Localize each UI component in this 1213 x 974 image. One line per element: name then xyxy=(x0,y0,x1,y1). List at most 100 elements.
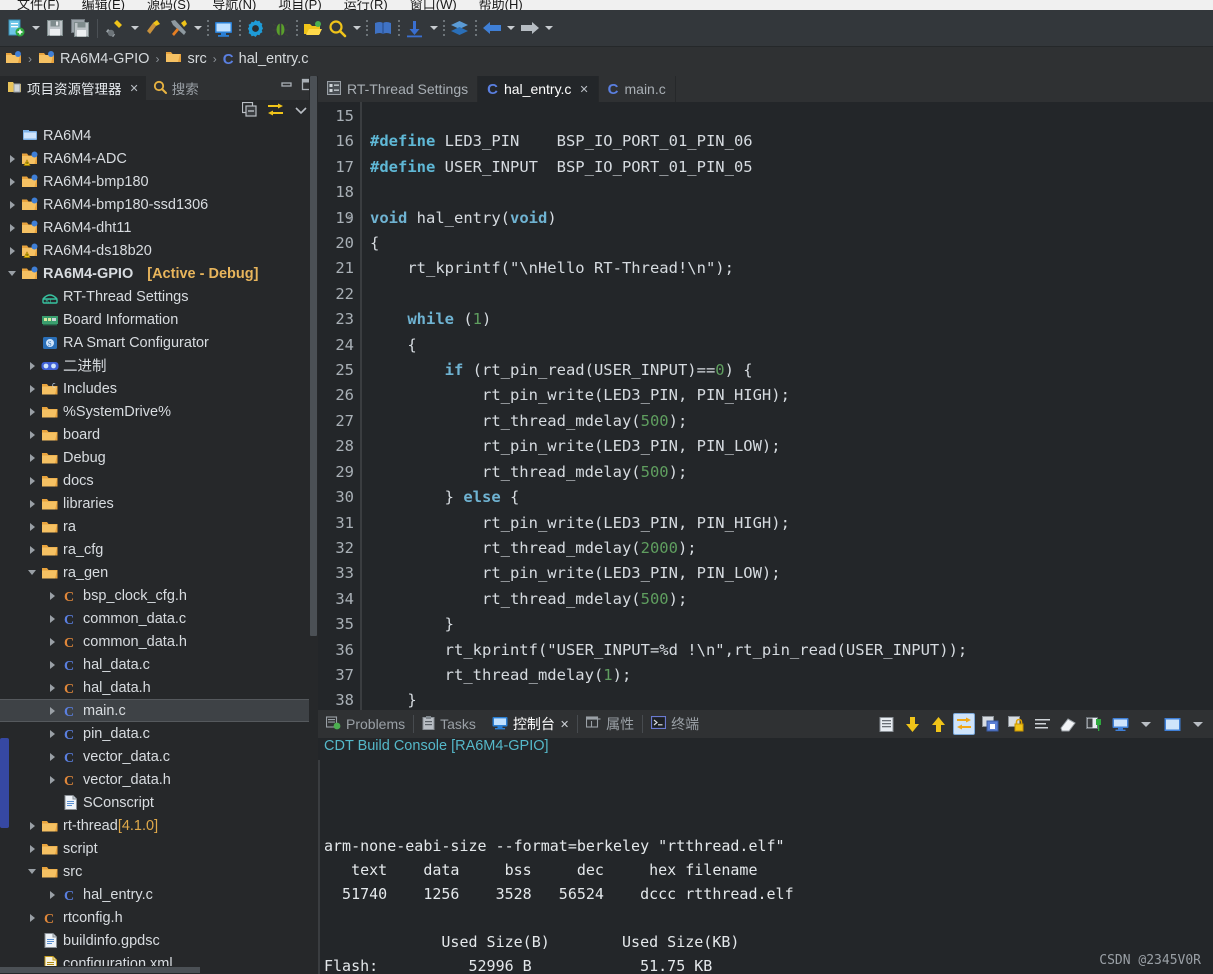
minimize-icon[interactable] xyxy=(280,78,293,96)
eraser-icon[interactable] xyxy=(1057,713,1079,735)
code-line[interactable] xyxy=(370,180,1213,205)
tree-item-src[interactable]: src xyxy=(0,860,318,883)
code-line[interactable]: void hal_entry(void) xyxy=(370,206,1213,231)
save-all-button[interactable] xyxy=(67,16,92,41)
forward-button[interactable] xyxy=(517,16,542,41)
layers-button[interactable] xyxy=(447,16,472,41)
toolbar-handle[interactable] xyxy=(395,18,402,38)
tree-item-board-information[interactable]: Board Information xyxy=(0,308,318,331)
tree-item-common-data-c[interactable]: Ccommon_data.c xyxy=(0,607,318,630)
expand-arrow-closed-icon[interactable] xyxy=(24,431,40,439)
arrow-up-icon[interactable] xyxy=(927,713,949,735)
menu-item-file[interactable]: 文件(F) xyxy=(6,0,71,10)
expand-arrow-closed-icon[interactable] xyxy=(24,408,40,416)
toolbar-handle[interactable] xyxy=(293,18,300,38)
tree-item-ra6m4-adc[interactable]: RA6M4-ADC xyxy=(0,147,318,170)
tab-main-c[interactable]: C main.c xyxy=(599,76,676,102)
expand-arrow-closed-icon[interactable] xyxy=(24,845,40,853)
expand-arrow-closed-icon[interactable] xyxy=(24,477,40,485)
tree-item-sconscript[interactable]: SConscript xyxy=(0,791,318,814)
code-line[interactable]: rt_pin_write(LED3_PIN, PIN_HIGH); xyxy=(370,383,1213,408)
code-line[interactable]: #define USER_INPUT BSP_IO_PORT_01_PIN_05 xyxy=(370,155,1213,180)
tree-item-rtconfig-h[interactable]: Crtconfig.h xyxy=(0,906,318,929)
toolbar-handle[interactable] xyxy=(440,18,447,38)
code-area[interactable]: 1516171819⊖20212223242526272829303132333… xyxy=(318,102,1213,710)
chevron-down-icon[interactable] xyxy=(1135,713,1157,735)
build-tools-button[interactable] xyxy=(166,16,191,41)
expand-arrow-closed-icon[interactable] xyxy=(44,615,60,623)
back-button[interactable] xyxy=(479,16,504,41)
breadcrumb-root-icon[interactable] xyxy=(5,50,22,69)
tree-item-script[interactable]: script xyxy=(0,837,318,860)
expand-arrow-closed-icon[interactable] xyxy=(4,247,20,255)
menu-item-project[interactable]: 项目(P) xyxy=(267,0,332,10)
save-button[interactable] xyxy=(42,16,67,41)
expand-arrow-closed-icon[interactable] xyxy=(4,155,20,163)
code-line[interactable]: rt_kprintf("\nHello RT-Thread!\n"); xyxy=(370,256,1213,281)
expand-arrow-closed-icon[interactable] xyxy=(24,385,40,393)
tree-item-ra6m4-dht11[interactable]: RA6M4-dht11 xyxy=(0,216,318,239)
auto-scroll-icon[interactable] xyxy=(953,713,975,735)
code-line[interactable]: while (1) xyxy=(370,307,1213,332)
settings-button[interactable] xyxy=(243,16,268,41)
expand-arrow-closed-icon[interactable] xyxy=(44,707,60,715)
code-line[interactable]: } xyxy=(370,612,1213,637)
new-console-icon[interactable] xyxy=(1161,713,1183,735)
expand-arrow-closed-icon[interactable] xyxy=(44,891,60,899)
debug-button[interactable] xyxy=(268,16,293,41)
hscrollbar-thumb[interactable] xyxy=(0,967,200,973)
tree-item-ra6m4-bmp180-ssd1306[interactable]: RA6M4-bmp180-ssd1306 xyxy=(0,193,318,216)
close-icon[interactable]: ✕ xyxy=(130,82,139,95)
lock-icon[interactable] xyxy=(1005,713,1027,735)
console-button[interactable] xyxy=(211,16,236,41)
link-editor-icon[interactable] xyxy=(267,102,284,122)
expand-arrow-closed-icon[interactable] xyxy=(44,661,60,669)
code-line[interactable]: { xyxy=(370,231,1213,256)
expand-arrow-closed-icon[interactable] xyxy=(4,224,20,232)
project-tree[interactable]: RA6M4RA6M4-ADCRA6M4-bmp180RA6M4-bmp180-s… xyxy=(0,124,318,974)
code-line[interactable]: rt_thread_mdelay(500); xyxy=(370,460,1213,485)
tree-item-board[interactable]: board xyxy=(0,423,318,446)
clean-button[interactable] xyxy=(141,16,166,41)
tree-item-hal-entry-c[interactable]: Chal_entry.c xyxy=(0,883,318,906)
toolbar-handle[interactable] xyxy=(236,18,243,38)
tree-item-ra6m4-ds18b20[interactable]: RA6M4-ds18b20 xyxy=(0,239,318,262)
code-fold-icon[interactable]: ⊖ xyxy=(346,206,355,231)
code-line[interactable]: rt_pin_write(LED3_PIN, PIN_HIGH); xyxy=(370,511,1213,536)
tree-item-ra-gen[interactable]: ra_gen xyxy=(0,561,318,584)
menu-bar[interactable]: 文件(F) 编辑(E) 源码(S) 导航(N) 项目(P) 运行(R) 窗口(W… xyxy=(0,0,1213,10)
code-line[interactable] xyxy=(370,282,1213,307)
code-line[interactable]: rt_kprintf("USER_INPUT=%d !\n",rt_pin_re… xyxy=(370,638,1213,663)
code-line[interactable]: } else { xyxy=(370,485,1213,510)
build-tools-dropdown[interactable] xyxy=(191,16,204,41)
tree-item-common-data-h[interactable]: Ccommon_data.h xyxy=(0,630,318,653)
tree-item-main-c[interactable]: Cmain.c xyxy=(0,699,318,722)
expand-arrow-closed-icon[interactable] xyxy=(44,730,60,738)
run-button[interactable] xyxy=(300,16,325,41)
tree-item-includes[interactable]: CIncludes xyxy=(0,377,318,400)
view-menu-chevron-down-icon[interactable] xyxy=(1187,713,1209,735)
pin-icon[interactable] xyxy=(1083,713,1105,735)
project-tree-scrollbar[interactable] xyxy=(309,76,318,926)
tree-item-rt-thread[interactable]: rt-thread [4.1.0] xyxy=(0,814,318,837)
expand-arrow-closed-icon[interactable] xyxy=(4,178,20,186)
menu-item-window[interactable]: 窗口(W) xyxy=(399,0,468,10)
expand-arrow-closed-icon[interactable] xyxy=(24,500,40,508)
project-tree-hscrollbar[interactable] xyxy=(0,966,318,974)
tab-hal-entry-c[interactable]: C hal_entry.c ✕ xyxy=(478,76,599,102)
search-dropdown[interactable] xyxy=(350,16,363,41)
console-output[interactable]: arm-none-eabi-size --format=berkeley "rt… xyxy=(318,760,1213,974)
download-dropdown[interactable] xyxy=(427,16,440,41)
code-line[interactable]: rt_thread_mdelay(500); xyxy=(370,587,1213,612)
tree-drag-handle[interactable] xyxy=(0,738,9,828)
forward-dropdown[interactable] xyxy=(542,16,555,41)
tab-tasks[interactable]: Tasks xyxy=(414,710,484,738)
tree-item-hal-data-c[interactable]: Chal_data.c xyxy=(0,653,318,676)
menu-item-help[interactable]: 帮助(H) xyxy=(468,0,534,10)
code-line[interactable]: rt_pin_write(LED3_PIN, PIN_LOW); xyxy=(370,561,1213,586)
tab-console[interactable]: 控制台 ✕ xyxy=(484,710,577,738)
tree-item-libraries[interactable]: libraries xyxy=(0,492,318,515)
chevron-down-icon[interactable] xyxy=(294,103,308,121)
code-line[interactable]: rt_pin_write(LED3_PIN, PIN_LOW); xyxy=(370,434,1213,459)
tab-problems[interactable]: Problems xyxy=(318,710,413,738)
